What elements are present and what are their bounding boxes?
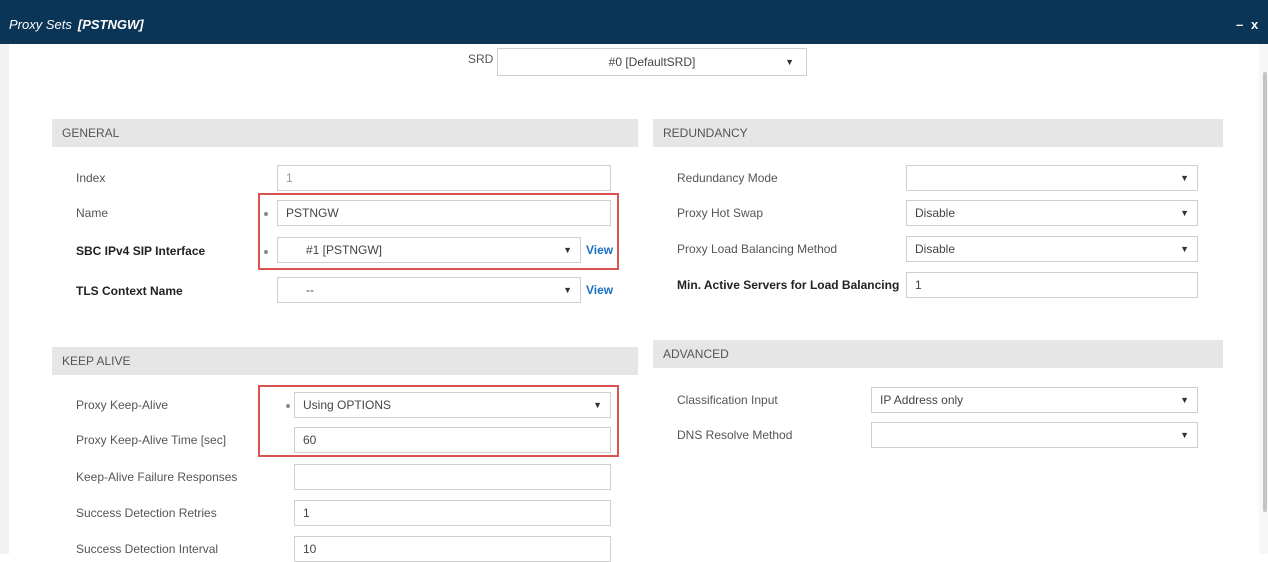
- proxy-hot-swap-select[interactable]: Disable ▼: [906, 200, 1198, 226]
- index-label: Index: [76, 171, 106, 185]
- keep-alive-section-header: KEEP ALIVE: [52, 347, 638, 375]
- window-subtitle: [PSTNGW]: [77, 17, 144, 32]
- close-button[interactable]: x: [1251, 17, 1258, 32]
- frame-left-edge: [0, 44, 9, 554]
- classification-input-label: Classification Input: [677, 393, 778, 407]
- tls-context-select[interactable]: -- ▼: [277, 277, 581, 303]
- minimize-button[interactable]: –: [1236, 17, 1243, 32]
- min-active-servers-input[interactable]: 1: [906, 272, 1198, 298]
- proxy-hot-swap-label: Proxy Hot Swap: [677, 206, 764, 220]
- highlight-box: [258, 193, 619, 270]
- classification-input-value: IP Address only: [880, 393, 964, 407]
- success-retries-input[interactable]: 1: [294, 500, 611, 526]
- chevron-down-icon: ▼: [563, 285, 572, 295]
- chevron-down-icon: ▼: [1180, 244, 1189, 254]
- chevron-down-icon: ▼: [1180, 173, 1189, 183]
- window-title: Proxy Sets [PSTNGW]: [9, 17, 144, 32]
- title-bar: Proxy Sets [PSTNGW] – x: [0, 0, 1268, 44]
- sip-interface-label: SBC IPv4 SIP Interface: [76, 244, 206, 258]
- index-field: 1: [277, 165, 611, 191]
- proxy-keep-alive-label: Proxy Keep-Alive: [76, 398, 169, 412]
- success-interval-label: Success Detection Interval: [76, 542, 219, 556]
- chevron-down-icon: ▼: [1180, 395, 1189, 405]
- load-balancing-select[interactable]: Disable ▼: [906, 236, 1198, 262]
- srd-select[interactable]: #0 [DefaultSRD] ▼: [497, 48, 807, 76]
- chevron-down-icon: ▼: [785, 57, 794, 67]
- load-balancing-value: Disable: [915, 242, 956, 256]
- tls-context-label: TLS Context Name: [76, 284, 183, 298]
- redundancy-mode-select[interactable]: ▼: [906, 165, 1198, 191]
- failure-responses-label: Keep-Alive Failure Responses: [76, 470, 238, 484]
- highlight-box: [258, 385, 619, 457]
- chevron-down-icon: ▼: [1180, 208, 1189, 218]
- advanced-section-header: ADVANCED: [653, 340, 1223, 368]
- srd-select-value: #0 [DefaultSRD]: [608, 55, 696, 69]
- classification-input-select[interactable]: IP Address only ▼: [871, 387, 1198, 413]
- load-balancing-label: Proxy Load Balancing Method: [677, 242, 838, 256]
- name-label: Name: [76, 206, 109, 220]
- tls-context-view-link[interactable]: View: [586, 277, 613, 303]
- srd-label: SRD: [468, 52, 494, 66]
- tls-context-value: --: [306, 283, 314, 297]
- success-retries-label: Success Detection Retries: [76, 506, 217, 520]
- scrollbar-thumb[interactable]: [1263, 72, 1267, 512]
- success-interval-input[interactable]: 10: [294, 536, 611, 562]
- general-section-header: GENERAL: [52, 119, 638, 147]
- redundancy-mode-label: Redundancy Mode: [677, 171, 778, 185]
- dns-resolve-method-label: DNS Resolve Method: [677, 428, 793, 442]
- proxy-hot-swap-value: Disable: [915, 206, 956, 220]
- keep-alive-time-label: Proxy Keep-Alive Time [sec]: [76, 433, 227, 447]
- failure-responses-input[interactable]: [294, 464, 611, 490]
- chevron-down-icon: ▼: [1180, 430, 1189, 440]
- redundancy-section-header: REDUNDANCY: [653, 119, 1223, 147]
- window-title-text: Proxy Sets: [9, 17, 72, 32]
- dns-resolve-method-select[interactable]: ▼: [871, 422, 1198, 448]
- min-active-servers-label: Min. Active Servers for Load Balancing: [677, 278, 900, 292]
